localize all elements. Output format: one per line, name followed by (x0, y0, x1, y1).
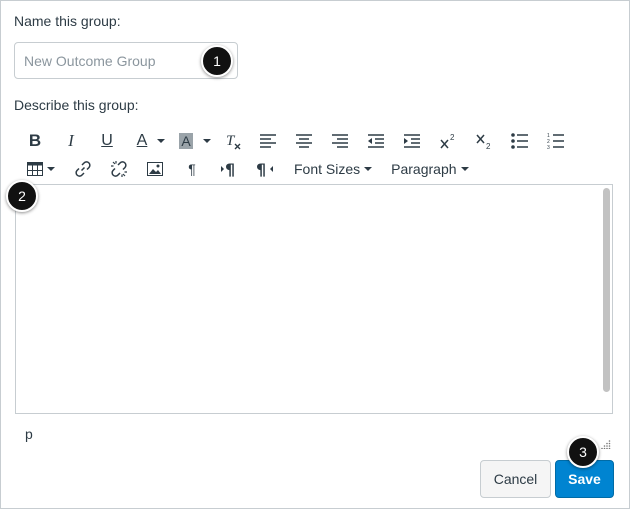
editor-scrollbar[interactable] (603, 188, 610, 392)
chevron-down-icon (460, 167, 469, 171)
chevron-down-icon (364, 167, 373, 171)
svg-text:¶: ¶ (225, 161, 235, 177)
indent-icon (404, 134, 420, 148)
superscript-button[interactable]: 2 (439, 128, 457, 154)
underline-icon: U (101, 132, 113, 149)
paragraph-format-label: Paragraph (391, 161, 457, 177)
align-left-button[interactable] (259, 128, 277, 154)
description-editor[interactable] (15, 184, 613, 414)
clear-formatting-button[interactable]: T (224, 128, 242, 154)
description-label: Describe this group: (14, 97, 139, 113)
ltr-direction-button[interactable]: ¶ (220, 156, 238, 182)
background-color-icon: A (179, 133, 193, 149)
italic-icon: I (68, 131, 74, 150)
paragraph-mark-button[interactable]: ¶ (184, 156, 200, 182)
italic-button[interactable]: I (64, 128, 78, 154)
underline-button[interactable]: U (100, 128, 114, 154)
callout-badge-3: 3 (567, 436, 599, 468)
chevron-down-icon (202, 139, 211, 143)
image-button[interactable] (146, 156, 164, 182)
font-sizes-dropdown[interactable]: Font Sizes (294, 156, 373, 182)
align-left-icon (260, 134, 276, 148)
svg-text:3: 3 (547, 145, 550, 150)
background-color-button[interactable]: A (178, 128, 212, 154)
ltr-direction-icon: ¶ (221, 161, 235, 177)
link-icon (75, 161, 91, 177)
resize-handle-icon[interactable] (601, 439, 611, 449)
bold-icon: B (28, 131, 42, 150)
paragraph-dropdown[interactable]: Paragraph (391, 156, 469, 182)
bullet-list-icon (511, 133, 528, 149)
name-label: Name this group: (14, 13, 121, 29)
editor-element-path: p (25, 426, 33, 442)
text-color-button[interactable]: A (134, 128, 168, 154)
callout-badge-2: 2 (6, 180, 38, 212)
clear-formatting-icon: T (226, 133, 241, 150)
numbered-list-icon: 1 2 3 (547, 133, 564, 150)
svg-text:¶: ¶ (256, 161, 266, 177)
unlink-button[interactable] (110, 156, 128, 182)
numbered-list-button[interactable]: 1 2 3 (547, 128, 565, 154)
subscript-button[interactable]: 2 (475, 128, 493, 154)
font-sizes-label: Font Sizes (294, 161, 361, 177)
svg-text:T: T (226, 133, 236, 149)
svg-text:2: 2 (450, 133, 455, 142)
callout-badge-1: 1 (201, 45, 233, 77)
unlink-icon (111, 161, 127, 177)
align-center-icon (296, 134, 312, 148)
link-button[interactable] (74, 156, 92, 182)
outdent-button[interactable] (367, 128, 385, 154)
table-icon (27, 162, 43, 176)
align-right-icon (332, 134, 348, 148)
chevron-down-icon (47, 167, 55, 171)
rtl-direction-button[interactable]: ¶ (256, 156, 274, 182)
editor-toolbar-row-1: B I U A A T 2 2 1 2 3 (14, 128, 565, 154)
superscript-icon: 2 (440, 133, 455, 149)
svg-text:2: 2 (486, 142, 491, 150)
text-color-icon: A (136, 132, 148, 149)
subscript-icon: 2 (476, 134, 491, 150)
indent-button[interactable] (403, 128, 421, 154)
cancel-button[interactable]: Cancel (480, 460, 551, 498)
image-icon (147, 162, 163, 176)
table-button[interactable] (26, 156, 56, 182)
bullet-list-button[interactable] (511, 128, 529, 154)
bold-button[interactable]: B (28, 128, 42, 154)
align-center-button[interactable] (295, 128, 313, 154)
outdent-icon (368, 134, 384, 148)
rtl-direction-icon: ¶ (256, 161, 273, 177)
paragraph-mark-icon: ¶ (188, 161, 196, 177)
editor-toolbar-row-2: ¶ ¶ ¶ Font Sizes Paragraph (14, 156, 469, 182)
align-right-button[interactable] (331, 128, 349, 154)
chevron-down-icon (157, 139, 166, 143)
